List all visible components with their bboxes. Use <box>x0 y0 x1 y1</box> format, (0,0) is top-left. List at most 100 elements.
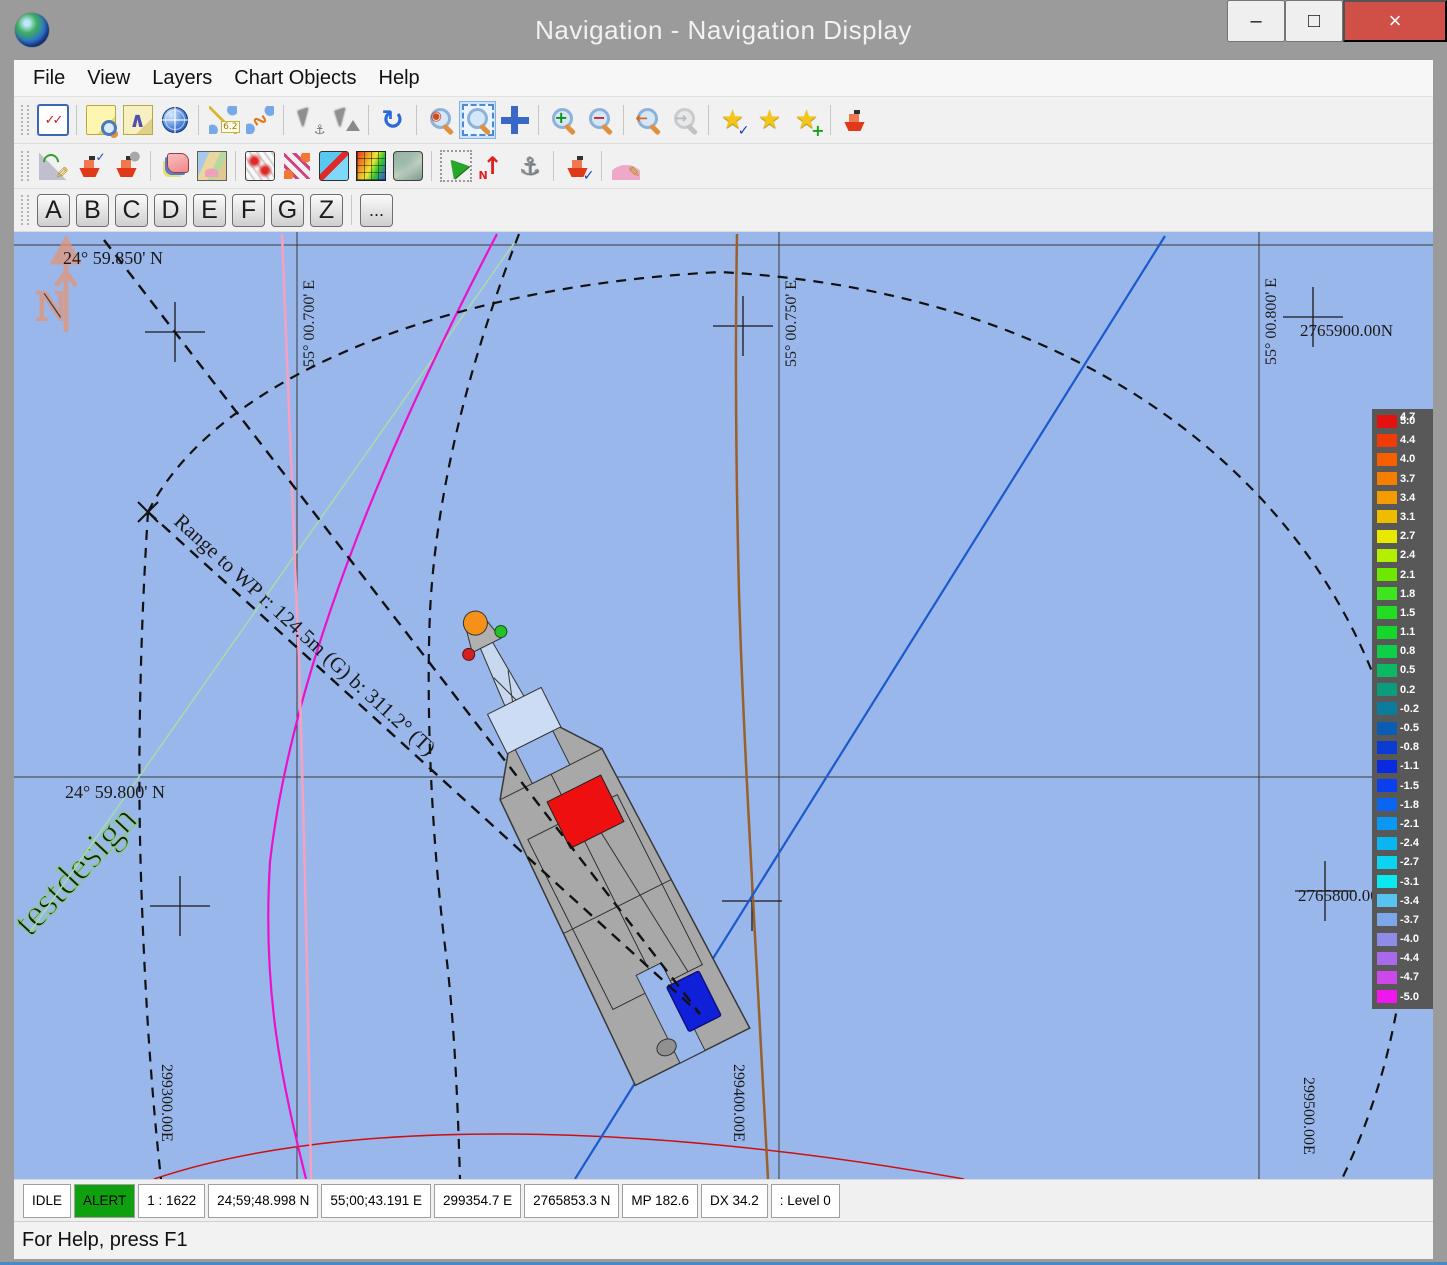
measure-distance-button[interactable]: 6.2 <box>204 101 241 139</box>
measure-area-button[interactable]: ✎ <box>34 147 71 185</box>
more-bookmarks-button[interactable]: ... <box>360 194 393 227</box>
contour-edit-icon: ✎ <box>612 152 640 180</box>
legend-entry-0.2: 0.2 <box>1377 681 1433 699</box>
legend-overlap-value: 4.7 <box>1400 411 1415 423</box>
globe-button[interactable] <box>156 101 193 139</box>
toolbar-grip[interactable] <box>21 105 29 135</box>
legend-color-swatch <box>1377 875 1397 888</box>
select-anchor-button[interactable]: ⚓ <box>289 101 326 139</box>
status-scale: 1 : 1622 <box>138 1184 205 1218</box>
imagery-button[interactable] <box>389 147 426 185</box>
dividers-button[interactable]: ∧ <box>119 101 156 139</box>
menu-help[interactable]: Help <box>368 60 431 96</box>
vessel-view-button[interactable] <box>836 101 873 139</box>
legend-entry--1.5: -1.5 <box>1377 777 1433 795</box>
toolbar-area: ✓✓∧6.2∿⚓↻◉+−←→★★★ ✎✓●↑⚓✓✎ ABCDEFGZ ... <box>14 97 1433 232</box>
zoom-next-icon: → <box>671 106 699 134</box>
route-points-icon: ∿ <box>246 106 274 134</box>
toolbar-letter-f[interactable]: F <box>232 194 265 227</box>
help-text: For Help, press F1 <box>22 1229 188 1252</box>
north-up-button[interactable]: ↑ <box>474 147 511 185</box>
status-mp: MP 182.6 <box>622 1184 698 1218</box>
track-history-button[interactable] <box>278 147 315 185</box>
favorite-check-button[interactable]: ★ <box>714 101 751 139</box>
select-object-button[interactable] <box>326 101 363 139</box>
color-grid-button[interactable] <box>352 147 389 185</box>
sonar-vessel-button[interactable]: ● <box>108 147 145 185</box>
zoom-out-button[interactable]: − <box>581 101 618 139</box>
legend-value: -0.2 <box>1400 703 1419 715</box>
legend-entry-3.1: 3.1 <box>1377 508 1433 526</box>
close-button[interactable]: × <box>1343 0 1447 42</box>
toolbar-letter-g[interactable]: G <box>271 194 304 227</box>
zoom-next-button[interactable]: → <box>666 101 703 139</box>
status-latitude: 24;59;48.998 N <box>208 1184 318 1218</box>
legend-value: -2.4 <box>1400 837 1419 849</box>
toolbar-separator <box>708 105 709 135</box>
maximize-button[interactable]: □ <box>1285 0 1343 42</box>
legend-value: -3.1 <box>1400 876 1419 888</box>
zoom-previous-button[interactable]: ← <box>629 101 666 139</box>
toolbar-letter-c[interactable]: C <box>115 194 148 227</box>
toolbar-grip[interactable] <box>21 151 29 181</box>
chart-map-button[interactable] <box>193 147 230 185</box>
favorite-button[interactable]: ★ <box>751 101 788 139</box>
toolbar-letter-z[interactable]: Z <box>310 194 343 227</box>
contour-edit-button[interactable]: ✎ <box>607 147 644 185</box>
legend-color-swatch <box>1377 990 1397 1003</box>
toolbar-separator <box>76 105 77 135</box>
minimize-button[interactable]: – <box>1227 0 1285 42</box>
chart-layers-button[interactable] <box>156 147 193 185</box>
chart-area: N testdesign <box>14 232 1433 1179</box>
toolbar-letter-b[interactable]: B <box>76 194 109 227</box>
refresh-button[interactable]: ↻ <box>374 101 411 139</box>
legend-color-swatch <box>1377 683 1397 696</box>
favorite-add-icon: ★ <box>793 106 821 134</box>
legend-color-swatch <box>1377 798 1397 811</box>
zoom-window-button[interactable] <box>459 101 496 139</box>
toolbar-separator <box>198 105 199 135</box>
survey-vessel-find-button[interactable]: ✓ <box>71 147 108 185</box>
intensity-button[interactable] <box>241 147 278 185</box>
toolbar-letter-e[interactable]: E <box>193 194 226 227</box>
legend-value: 3.7 <box>1400 473 1415 485</box>
toolbar-letter-d[interactable]: D <box>154 194 187 227</box>
find-notes-button[interactable] <box>82 101 119 139</box>
legend-entry--1.8: -1.8 <box>1377 796 1433 814</box>
slope-button[interactable] <box>315 147 352 185</box>
lat-label-top: 24° 59.850' N <box>63 248 163 268</box>
slope-icon <box>319 151 349 181</box>
menu-chart-objects[interactable]: Chart Objects <box>223 60 367 96</box>
favorite-add-button[interactable]: ★ <box>788 101 825 139</box>
pan-button[interactable] <box>496 101 533 139</box>
toolbar-grip[interactable] <box>21 195 29 225</box>
zoom-overview-button[interactable]: ◉ <box>422 101 459 139</box>
legend-entry--3.1: -3.1 <box>1377 873 1433 891</box>
chart-canvas[interactable]: N testdesign <box>14 232 1433 1179</box>
legend-entry-3.7: 3.7 <box>1377 470 1433 488</box>
find-notes-icon <box>86 105 116 135</box>
menu-view[interactable]: View <box>76 60 141 96</box>
legend-color-swatch <box>1377 568 1397 581</box>
route-points-button[interactable]: ∿ <box>241 101 278 139</box>
vessel-check-button[interactable]: ✓ <box>559 147 596 185</box>
survey-checklist-icon: ✓✓ <box>37 104 69 136</box>
lon-label-1: 55° 00.700' E <box>301 280 318 367</box>
legend-entry--3.7: -3.7 <box>1377 911 1433 929</box>
menu-file[interactable]: File <box>22 60 76 96</box>
legend-value: 3.1 <box>1400 511 1415 523</box>
toolbar-separator <box>553 151 554 181</box>
status-easting: 299354.7 E <box>434 1184 521 1218</box>
menu-layers[interactable]: Layers <box>141 60 223 96</box>
legend-entry--2.4: -2.4 <box>1377 834 1433 852</box>
favorite-icon: ★ <box>756 106 784 134</box>
legend-color-swatch <box>1377 894 1397 907</box>
sonar-vessel-icon: ● <box>113 152 141 180</box>
zoom-in-button[interactable]: + <box>544 101 581 139</box>
toolbar-letter-a[interactable]: A <box>37 194 70 227</box>
legend-color-swatch <box>1377 933 1397 946</box>
survey-checklist-button[interactable]: ✓✓ <box>34 101 71 139</box>
menu-bar: FileViewLayersChart ObjectsHelp <box>14 60 1433 97</box>
follow-vessel-button[interactable] <box>437 147 474 185</box>
anchor-button[interactable]: ⚓ <box>511 147 548 185</box>
